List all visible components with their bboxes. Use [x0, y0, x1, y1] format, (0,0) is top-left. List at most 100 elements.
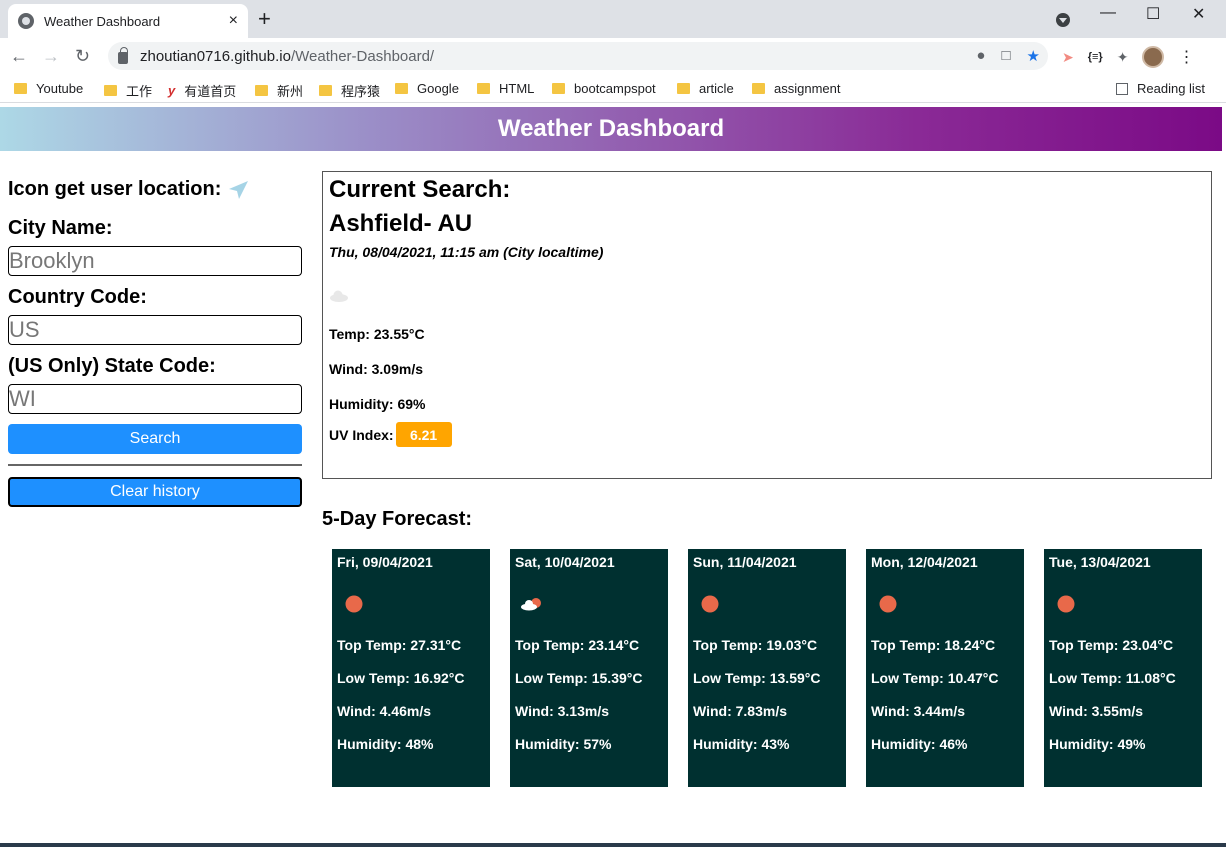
bookmark-item[interactable]: Google [395, 81, 459, 96]
browser-tab[interactable]: Weather Dashboard × [8, 4, 248, 38]
reading-list[interactable]: Reading list [1116, 81, 1205, 96]
forecast-date: Sat, 10/04/2021 [515, 554, 615, 570]
folder-icon [395, 83, 408, 94]
state-code-input[interactable]: WI [8, 384, 302, 414]
page-header: Weather Dashboard [0, 107, 1222, 151]
minimize-icon[interactable]: — [1100, 4, 1116, 22]
bookmark-item[interactable]: 程序猿 [319, 81, 380, 100]
location-pin-icon[interactable]: ● [976, 47, 985, 65]
folder-icon [677, 83, 690, 94]
forecast-card: Fri, 09/04/2021 Top Temp: 27.31°C Low Te… [332, 549, 490, 787]
bookmark-item[interactable]: article [677, 81, 734, 96]
url-host: zhoutian0716.github.io [140, 47, 291, 65]
forecast-date: Tue, 13/04/2021 [1049, 554, 1151, 570]
forecast-card: Sat, 10/04/2021 Top Temp: 23.14°C Low Te… [510, 549, 668, 787]
forecast-wind: Wind: 3.55m/s [1049, 703, 1144, 719]
forecast-low-temp: Low Temp: 16.92°C [337, 670, 465, 686]
bookmark-item[interactable]: 新州 [255, 81, 303, 100]
lock-icon[interactable] [118, 47, 128, 64]
browser-toolbar: ← → ↻ zhoutian0716.github.io/Weather-Das… [0, 38, 1226, 74]
forecast-humidity: Humidity: 43% [693, 736, 790, 752]
forecast-low-temp: Low Temp: 10.47°C [871, 670, 999, 686]
forecast-card: Mon, 12/04/2021 Top Temp: 18.24°C Low Te… [866, 549, 1024, 787]
forecast-date: Mon, 12/04/2021 [871, 554, 978, 570]
maximize-icon[interactable]: ☐ [1146, 4, 1160, 24]
current-search-heading: Current Search: [329, 176, 511, 203]
url-path: /Weather-Dashboard/ [290, 47, 435, 65]
reading-list-icon [1116, 82, 1128, 95]
divider [8, 464, 302, 466]
page-title: Weather Dashboard [497, 115, 725, 142]
current-wind: Wind: 3.09m/s [329, 361, 424, 377]
partly-cloudy-icon [521, 598, 541, 611]
clear-history-button[interactable]: Clear history [8, 477, 302, 507]
bookmark-star-icon[interactable]: ★ [1027, 47, 1040, 65]
close-window-icon[interactable]: ✕ [1192, 4, 1205, 24]
state-label: (US Only) State Code: [8, 355, 216, 377]
location-arrow-icon[interactable] [227, 180, 249, 200]
translate-icon[interactable]: □ [1001, 47, 1010, 65]
forecast-card: Sun, 11/04/2021 Top Temp: 19.03°C Low Te… [688, 549, 846, 787]
forecast-wind: Wind: 3.44m/s [871, 703, 966, 719]
forecast-title: 5-Day Forecast: [322, 508, 473, 530]
forecast-humidity: Humidity: 48% [337, 736, 434, 752]
back-icon[interactable]: ← [10, 46, 28, 66]
forecast-top-temp: Top Temp: 18.24°C [871, 637, 996, 653]
sun-icon [879, 595, 897, 613]
city-label: City Name: [8, 217, 113, 239]
bookmark-item[interactable]: Youtube [14, 81, 83, 96]
bookmark-item[interactable]: 工作 [104, 81, 152, 100]
current-datetime: Thu, 08/04/2021, 11:15 am (City localtim… [329, 244, 604, 260]
folder-icon [319, 85, 332, 96]
globe-icon [18, 13, 34, 29]
youdao-logo-icon: y [168, 83, 176, 98]
uv-label: UV Index: [329, 426, 394, 443]
search-button[interactable]: Search [8, 424, 302, 454]
folder-icon [752, 83, 765, 94]
tab-title: Weather Dashboard [44, 13, 161, 29]
sun-icon [1057, 595, 1075, 613]
current-city: Ashfield- AU [329, 210, 473, 237]
sun-icon [345, 595, 363, 613]
current-temp: Temp: 23.55°C [329, 326, 425, 342]
forward-icon[interactable]: → [42, 46, 60, 66]
forecast-wind: Wind: 3.13m/s [515, 703, 610, 719]
json-extension-icon[interactable]: {≡} [1088, 51, 1103, 63]
current-weather-panel: Current Search: Ashfield- AU Thu, 08/04/… [322, 171, 1212, 479]
tab-search-icon[interactable] [1056, 13, 1070, 27]
bookmark-item[interactable]: HTML [477, 81, 534, 96]
extension-arrow-icon[interactable]: ➤ [1062, 49, 1074, 66]
forecast-low-temp: Low Temp: 11.08°C [1049, 670, 1176, 686]
bookmark-item[interactable]: y 有道首页 [168, 81, 236, 100]
menu-kebab-icon[interactable]: ⋮ [1178, 47, 1194, 67]
forecast-top-temp: Top Temp: 23.14°C [515, 637, 640, 653]
profile-avatar[interactable] [1142, 46, 1165, 68]
forecast-humidity: Humidity: 57% [515, 736, 612, 752]
forecast-cards: Fri, 09/04/2021 Top Temp: 27.31°C Low Te… [332, 549, 1202, 787]
bookmark-item[interactable]: bootcampspot [552, 81, 656, 96]
new-tab-button[interactable]: + [258, 8, 271, 30]
tab-close-icon[interactable]: × [229, 12, 238, 30]
search-sidebar: Icon get user location: City Name: Brook… [8, 178, 302, 507]
cloud-icon [330, 290, 348, 302]
folder-icon [552, 83, 565, 94]
address-bar[interactable]: zhoutian0716.github.io/Weather-Dashboard… [108, 42, 1048, 70]
taskbar-edge [0, 843, 1226, 847]
forecast-card: Tue, 13/04/2021 Top Temp: 23.04°C Low Te… [1044, 549, 1202, 787]
current-humidity: Humidity: 69% [329, 396, 426, 412]
country-label: Country Code: [8, 286, 147, 308]
browser-tabbar: Weather Dashboard × + — ☐ ✕ [0, 0, 1226, 38]
reload-icon[interactable]: ↻ [75, 46, 90, 66]
folder-icon [14, 83, 27, 94]
city-input[interactable]: Brooklyn [8, 246, 302, 276]
folder-icon [104, 85, 117, 96]
forecast-humidity: Humidity: 49% [1049, 736, 1146, 752]
folder-icon [255, 85, 268, 96]
folder-icon [477, 83, 490, 94]
forecast-low-temp: Low Temp: 13.59°C [693, 670, 821, 686]
extensions-puzzle-icon[interactable]: ✦ [1117, 49, 1129, 66]
sun-icon [701, 595, 719, 613]
country-code-input[interactable]: US [8, 315, 302, 345]
forecast-top-temp: Top Temp: 19.03°C [693, 637, 818, 653]
bookmark-item[interactable]: assignment [752, 81, 840, 96]
